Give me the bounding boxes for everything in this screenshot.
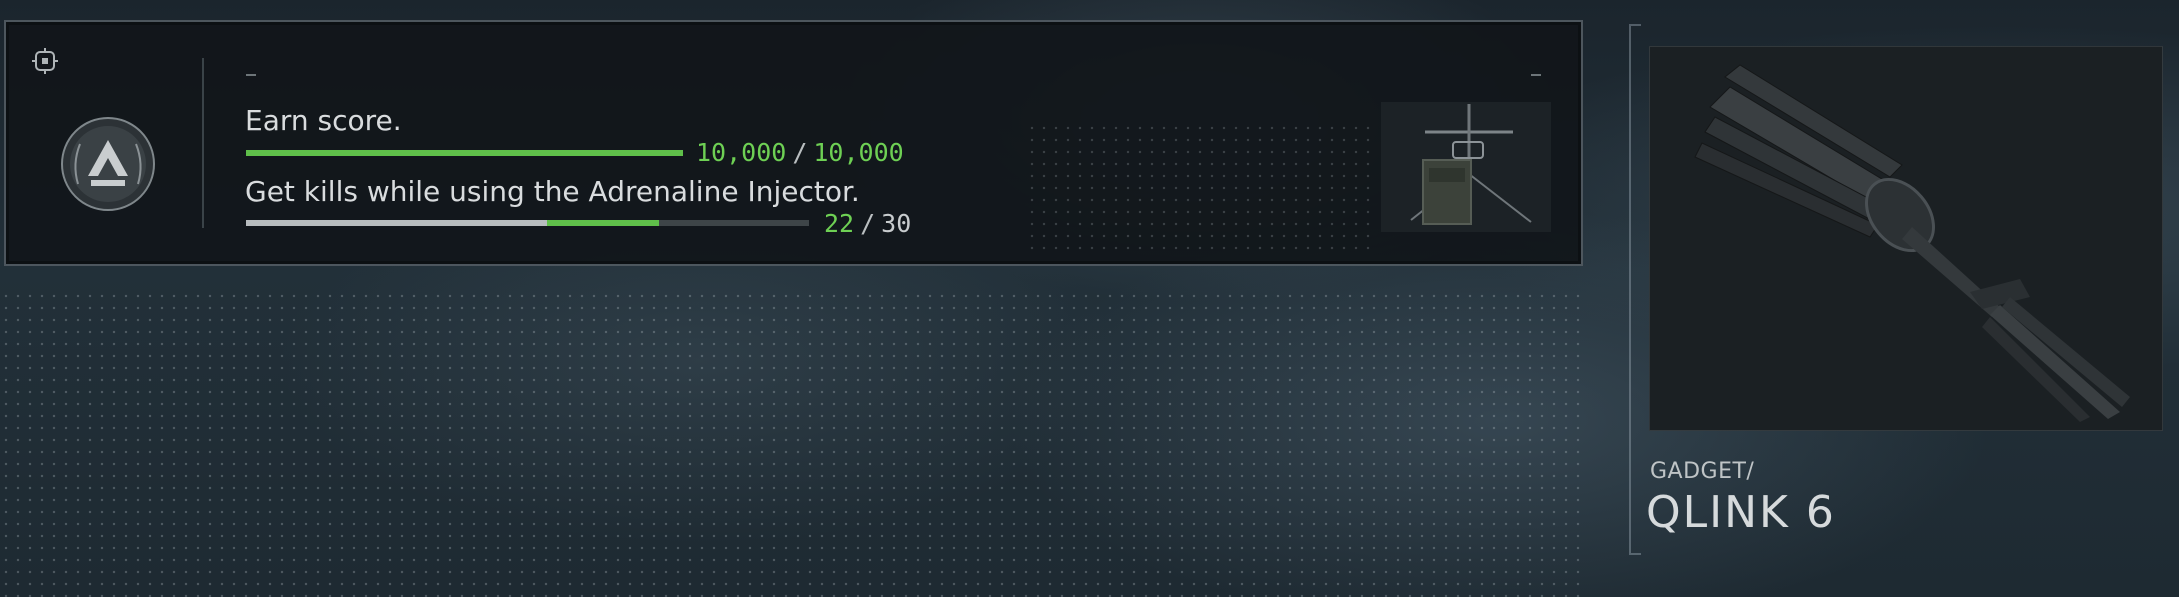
- card-dash-right: [1531, 74, 1541, 76]
- task-current-value: 10,000: [696, 138, 787, 167]
- task-label: Get kills while using the Adrenaline Inj…: [245, 175, 860, 208]
- laurel-chevron-emblem: [61, 117, 155, 211]
- qlink-device-image: [1649, 46, 2163, 431]
- card-divider: [202, 58, 204, 228]
- task-progress-count: 22/30: [824, 209, 911, 238]
- card-dash-left: [246, 74, 256, 76]
- card-dot-pattern: [1026, 122, 1371, 250]
- task-progress-bar: [246, 220, 809, 226]
- task-count-separator: /: [792, 138, 808, 167]
- dot-grid-background: [0, 290, 1585, 597]
- task-progress-complete: [246, 150, 683, 156]
- task-progress-count: 10,000/10,000: [696, 138, 904, 167]
- task-total-value: 10,000: [813, 138, 904, 167]
- task-count-separator: /: [860, 209, 876, 238]
- gadget-name: QLINK 6: [1646, 487, 1836, 538]
- gadget-panel-bracket: [1629, 24, 1641, 555]
- task-progress-prior: [246, 220, 548, 226]
- task-current-value: 22: [824, 209, 855, 238]
- task-label: Earn score.: [245, 104, 402, 137]
- challenge-card[interactable]: Earn score. 10,000/10,000 Get kills whil…: [4, 20, 1583, 266]
- gadget-reward-thumbnail: [1381, 102, 1551, 232]
- task-progress-new: [547, 220, 659, 226]
- target-icon: [32, 48, 58, 74]
- task-progress-bar: [246, 150, 683, 156]
- task-total-value: 30: [881, 209, 912, 238]
- gadget-category-label: GADGET/: [1650, 459, 1755, 484]
